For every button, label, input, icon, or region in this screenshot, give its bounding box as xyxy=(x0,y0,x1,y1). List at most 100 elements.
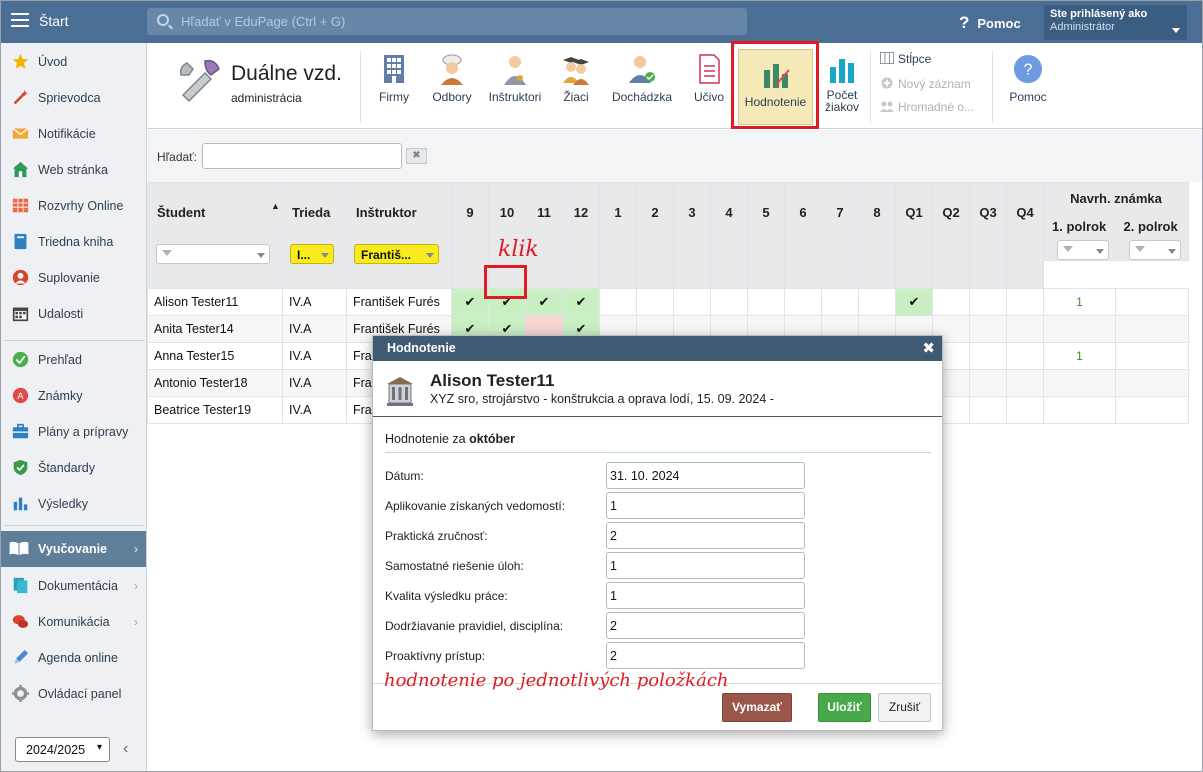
col-header-instruktor[interactable]: Inštruktor xyxy=(346,182,452,289)
pomoc-button[interactable]: ? Pomoc xyxy=(1002,51,1054,115)
sidebar-item-dokumentacia[interactable]: Dokumentácia › xyxy=(1,568,146,604)
sidebar-item-notifikacie[interactable]: Notifikácie xyxy=(1,116,146,152)
sidebar-item-standardy[interactable]: Štandardy xyxy=(1,450,146,486)
instruktor-filter[interactable]: Františ... xyxy=(354,244,439,264)
col-header-quarter[interactable]: Q2 xyxy=(932,182,970,289)
odbory-button[interactable]: Odbory xyxy=(429,51,475,115)
quarter-cell[interactable] xyxy=(1006,288,1044,316)
user-menu[interactable]: Ste prihlásený ako Administrátor xyxy=(1044,5,1187,40)
grade-input[interactable]: 2 xyxy=(606,612,805,639)
quarter-cell[interactable] xyxy=(969,288,1007,316)
student-name-cell[interactable]: Alison Tester11 xyxy=(147,288,283,316)
col-header-polrok-1[interactable]: 1. polrok xyxy=(1045,219,1116,234)
collapse-sidebar-icon[interactable]: ‹ xyxy=(123,740,128,758)
quarter-cell[interactable] xyxy=(1006,342,1044,370)
sidebar-item-rozvrhy[interactable]: Rozvrhy Online xyxy=(1,188,146,224)
polrok2-filter[interactable] xyxy=(1128,240,1181,260)
quarter-cell[interactable] xyxy=(1006,315,1044,343)
quarter-cell[interactable] xyxy=(932,288,970,316)
stlpce-button[interactable]: Stĺpce xyxy=(880,52,931,66)
col-header-quarter[interactable]: Q3 xyxy=(969,182,1007,289)
start-link[interactable]: Štart xyxy=(39,13,69,29)
col-header-student[interactable]: Študent xyxy=(147,182,283,289)
month-cell[interactable] xyxy=(710,288,748,316)
col-header-month[interactable]: 9 xyxy=(451,182,489,289)
pocet-ziakov-button[interactable]: Počet žiakov xyxy=(821,51,863,115)
global-search-input[interactable]: Hľadať v EduPage (Ctrl + G) xyxy=(147,8,747,35)
polrok2-grade-cell[interactable] xyxy=(1115,396,1189,424)
grade-input[interactable]: 1 xyxy=(606,582,805,609)
col-header-month[interactable]: 5 xyxy=(747,182,785,289)
instruktori-button[interactable]: Inštruktori xyxy=(487,51,543,115)
delete-button[interactable]: Vymazať xyxy=(722,693,792,722)
col-header-month[interactable]: 11 xyxy=(525,182,563,289)
polrok1-grade-cell[interactable]: 1 xyxy=(1043,342,1116,370)
student-name-cell[interactable]: Anna Tester15 xyxy=(147,342,283,370)
close-icon[interactable]: ✖ xyxy=(922,339,935,357)
help-link[interactable]: ? Pomoc xyxy=(959,13,1021,33)
date-input[interactable]: 31. 10. 2024 xyxy=(606,462,805,489)
col-header-quarter[interactable]: Q1 xyxy=(895,182,933,289)
table-row[interactable]: Alison Tester11 IV.A František Furés ✔ ✔… xyxy=(147,288,1189,316)
month-cell[interactable] xyxy=(747,288,785,316)
quarter-cell[interactable] xyxy=(969,315,1007,343)
polrok2-grade-cell[interactable] xyxy=(1115,288,1189,316)
sidebar-item-prehlad[interactable]: Prehľad xyxy=(1,342,146,378)
student-name-cell[interactable]: Antonio Tester18 xyxy=(147,369,283,397)
polrok1-grade-cell[interactable] xyxy=(1043,369,1116,397)
hamburger-menu-icon[interactable] xyxy=(11,13,29,27)
sidebar-item-vyucovanie[interactable]: Vyučovanie › xyxy=(1,531,146,567)
month-cell[interactable] xyxy=(673,288,711,316)
col-header-month[interactable]: 12 xyxy=(562,182,600,289)
polrok2-grade-cell[interactable] xyxy=(1115,369,1189,397)
quarter-cell-checked[interactable]: ✔ xyxy=(895,288,933,316)
table-search-input[interactable] xyxy=(202,143,402,169)
polrok1-grade-cell[interactable] xyxy=(1043,396,1116,424)
polrok2-grade-cell[interactable] xyxy=(1115,315,1189,343)
polrok1-grade-cell[interactable]: 1 xyxy=(1043,288,1116,316)
month-cell-checked[interactable]: ✔ xyxy=(525,288,563,316)
col-header-month[interactable]: 4 xyxy=(710,182,748,289)
polrok2-grade-cell[interactable] xyxy=(1115,342,1189,370)
col-header-month[interactable]: 3 xyxy=(673,182,711,289)
grade-input[interactable]: 1 xyxy=(606,552,805,579)
hromadne-button[interactable]: Hromadné o... xyxy=(880,100,974,114)
col-header-polrok-2[interactable]: 2. polrok xyxy=(1116,219,1188,234)
novy-zaznam-button[interactable]: Nový záznam xyxy=(880,77,971,91)
student-filter[interactable] xyxy=(156,244,270,264)
sidebar-item-plany[interactable]: Plány a prípravy xyxy=(1,414,146,450)
grade-input[interactable]: 2 xyxy=(606,522,805,549)
month-cell[interactable] xyxy=(821,288,859,316)
sidebar-item-vysledky[interactable]: Výsledky xyxy=(1,486,146,522)
student-name-cell[interactable]: Anita Tester14 xyxy=(147,315,283,343)
col-header-month[interactable]: 7 xyxy=(821,182,859,289)
trieda-filter[interactable]: I... xyxy=(290,244,334,264)
sidebar-item-komunikacia[interactable]: Komunikácia › xyxy=(1,604,146,640)
polrok1-filter[interactable] xyxy=(1056,240,1109,260)
school-year-select[interactable]: 2024/2025 ▾ xyxy=(15,737,110,762)
month-cell[interactable] xyxy=(599,288,637,316)
month-cell-checked[interactable]: ✔ xyxy=(451,288,489,316)
ucivo-button[interactable]: Učivo xyxy=(687,51,731,115)
sidebar-item-uvod[interactable]: Úvod xyxy=(1,44,146,80)
save-button[interactable]: Uložiť xyxy=(818,693,871,722)
sidebar-item-suplovanie[interactable]: Suplovanie xyxy=(1,260,146,296)
grade-input[interactable]: 1 xyxy=(606,492,805,519)
month-cell-checked[interactable]: ✔ xyxy=(562,288,600,316)
sidebar-item-sprievodca[interactable]: Sprievodca xyxy=(1,80,146,116)
sidebar-item-ovladaci-panel[interactable]: Ovládací panel xyxy=(1,676,146,712)
col-header-trieda[interactable]: Trieda xyxy=(282,182,347,289)
clear-search-icon[interactable]: ✖ xyxy=(406,148,427,164)
quarter-cell[interactable] xyxy=(969,342,1007,370)
sidebar-item-triedna-kniha[interactable]: Triedna kniha xyxy=(1,224,146,260)
sidebar-item-web-stranka[interactable]: Web stránka xyxy=(1,152,146,188)
grade-input[interactable]: 2 xyxy=(606,642,805,669)
student-name-cell[interactable]: Beatrice Tester19 xyxy=(147,396,283,424)
month-cell[interactable] xyxy=(784,288,822,316)
cancel-button[interactable]: Zrušiť xyxy=(878,693,931,722)
ziaci-button[interactable]: Žiaci xyxy=(553,51,599,115)
sidebar-item-udalosti[interactable]: Udalosti xyxy=(1,296,146,332)
col-header-month[interactable]: 1 xyxy=(599,182,637,289)
col-header-month[interactable]: 6 xyxy=(784,182,822,289)
month-cell[interactable] xyxy=(636,288,674,316)
